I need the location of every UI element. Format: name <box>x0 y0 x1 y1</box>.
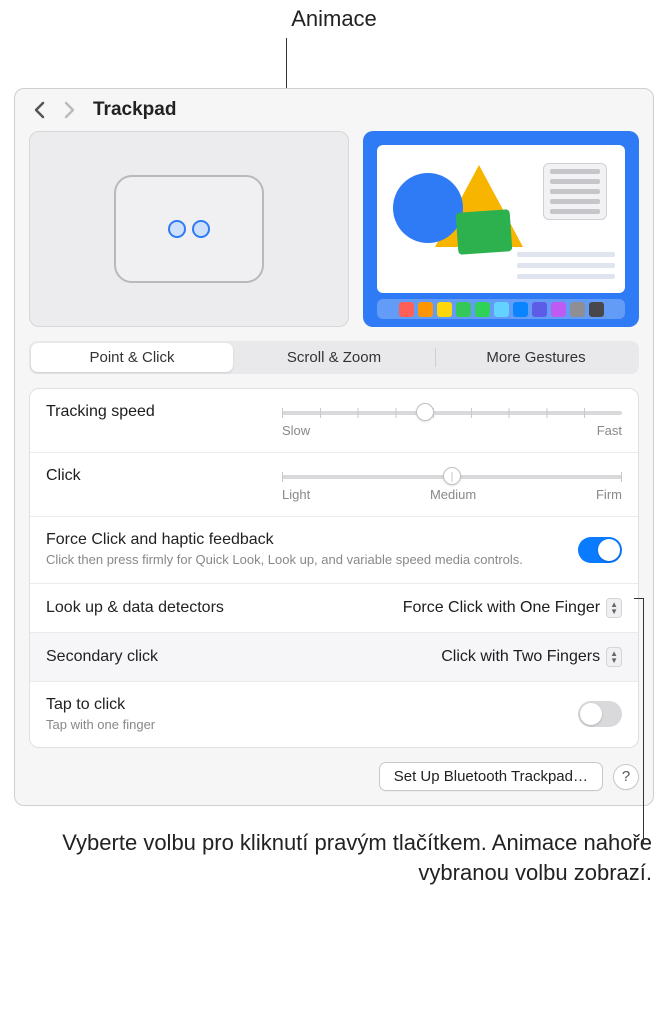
context-menu-preview <box>543 163 607 220</box>
forward-button[interactable] <box>59 100 79 120</box>
force-click-toggle[interactable] <box>578 537 622 563</box>
lookup-label: Look up & data detectors <box>46 599 403 617</box>
tracking-min-label: Slow <box>282 423 310 438</box>
click-label: Click <box>46 467 266 485</box>
setup-bluetooth-button[interactable]: Set Up Bluetooth Trackpad… <box>379 762 603 791</box>
click-slider[interactable] <box>282 475 622 479</box>
page-title: Trackpad <box>93 99 176 121</box>
tap-to-click-toggle[interactable] <box>578 701 622 727</box>
force-click-label: Force Click and haptic feedback <box>46 531 578 549</box>
chevron-up-down-icon: ▲▼ <box>606 647 622 667</box>
tracking-speed-label: Tracking speed <box>46 403 266 421</box>
chevron-up-down-icon: ▲▼ <box>606 598 622 618</box>
secondary-click-value: Click with Two Fingers <box>441 648 600 666</box>
preview-row <box>15 131 653 327</box>
help-button[interactable]: ? <box>613 764 639 790</box>
square-shape <box>456 209 513 255</box>
row-tap-to-click: Tap to click Tap with one finger <box>30 682 638 748</box>
settings-pane: Trackpad <box>14 88 654 806</box>
force-click-sub: Click then press firmly for Quick Look, … <box>46 551 578 569</box>
tab-scroll-zoom[interactable]: Scroll & Zoom <box>233 343 435 372</box>
circle-shape <box>393 173 463 243</box>
finger-dot-1 <box>168 220 186 238</box>
tracking-speed-thumb[interactable] <box>416 403 434 421</box>
preview-dock <box>377 299 625 319</box>
row-lookup: Look up & data detectors Force Click wit… <box>30 584 638 633</box>
back-button[interactable] <box>29 100 49 120</box>
trackpad-animation <box>29 131 349 327</box>
settings-list: Tracking speed Slow Fast Click Light <box>29 388 639 748</box>
annotation-bottom-label: Vyberte volbu pro kliknutí pravým tlačít… <box>14 828 654 887</box>
lookup-value: Force Click with One Finger <box>403 599 600 617</box>
secondary-click-label: Secondary click <box>46 648 441 666</box>
click-mid-label: Medium <box>430 487 476 502</box>
tap-to-click-label: Tap to click <box>46 696 578 714</box>
tab-bar: Point & Click Scroll & Zoom More Gesture… <box>29 341 639 374</box>
annotation-leader-bottom-v <box>643 598 644 844</box>
tab-more-gestures[interactable]: More Gestures <box>435 343 637 372</box>
row-click: Click Light Medium Firm <box>30 453 638 517</box>
desktop-preview <box>363 131 639 327</box>
tab-point-click[interactable]: Point & Click <box>31 343 233 372</box>
trackpad-shape <box>114 175 264 283</box>
tracking-speed-slider[interactable] <box>282 411 622 415</box>
tap-to-click-sub: Tap with one finger <box>46 716 578 734</box>
secondary-click-select[interactable]: Click with Two Fingers ▲▼ <box>441 647 622 667</box>
row-tracking-speed: Tracking speed Slow Fast <box>30 389 638 453</box>
pane-header: Trackpad <box>15 89 653 131</box>
annotation-top-label: Animace <box>291 6 377 31</box>
row-secondary-click: Secondary click Click with Two Fingers ▲… <box>30 633 638 682</box>
click-thumb[interactable] <box>443 467 461 485</box>
row-force-click: Force Click and haptic feedback Click th… <box>30 517 638 584</box>
click-max-label: Firm <box>596 487 622 502</box>
preview-window <box>377 145 625 293</box>
tracking-max-label: Fast <box>597 423 622 438</box>
footer: Set Up Bluetooth Trackpad… ? <box>29 762 639 791</box>
click-min-label: Light <box>282 487 310 502</box>
finger-dot-2 <box>192 220 210 238</box>
lookup-select[interactable]: Force Click with One Finger ▲▼ <box>403 598 622 618</box>
